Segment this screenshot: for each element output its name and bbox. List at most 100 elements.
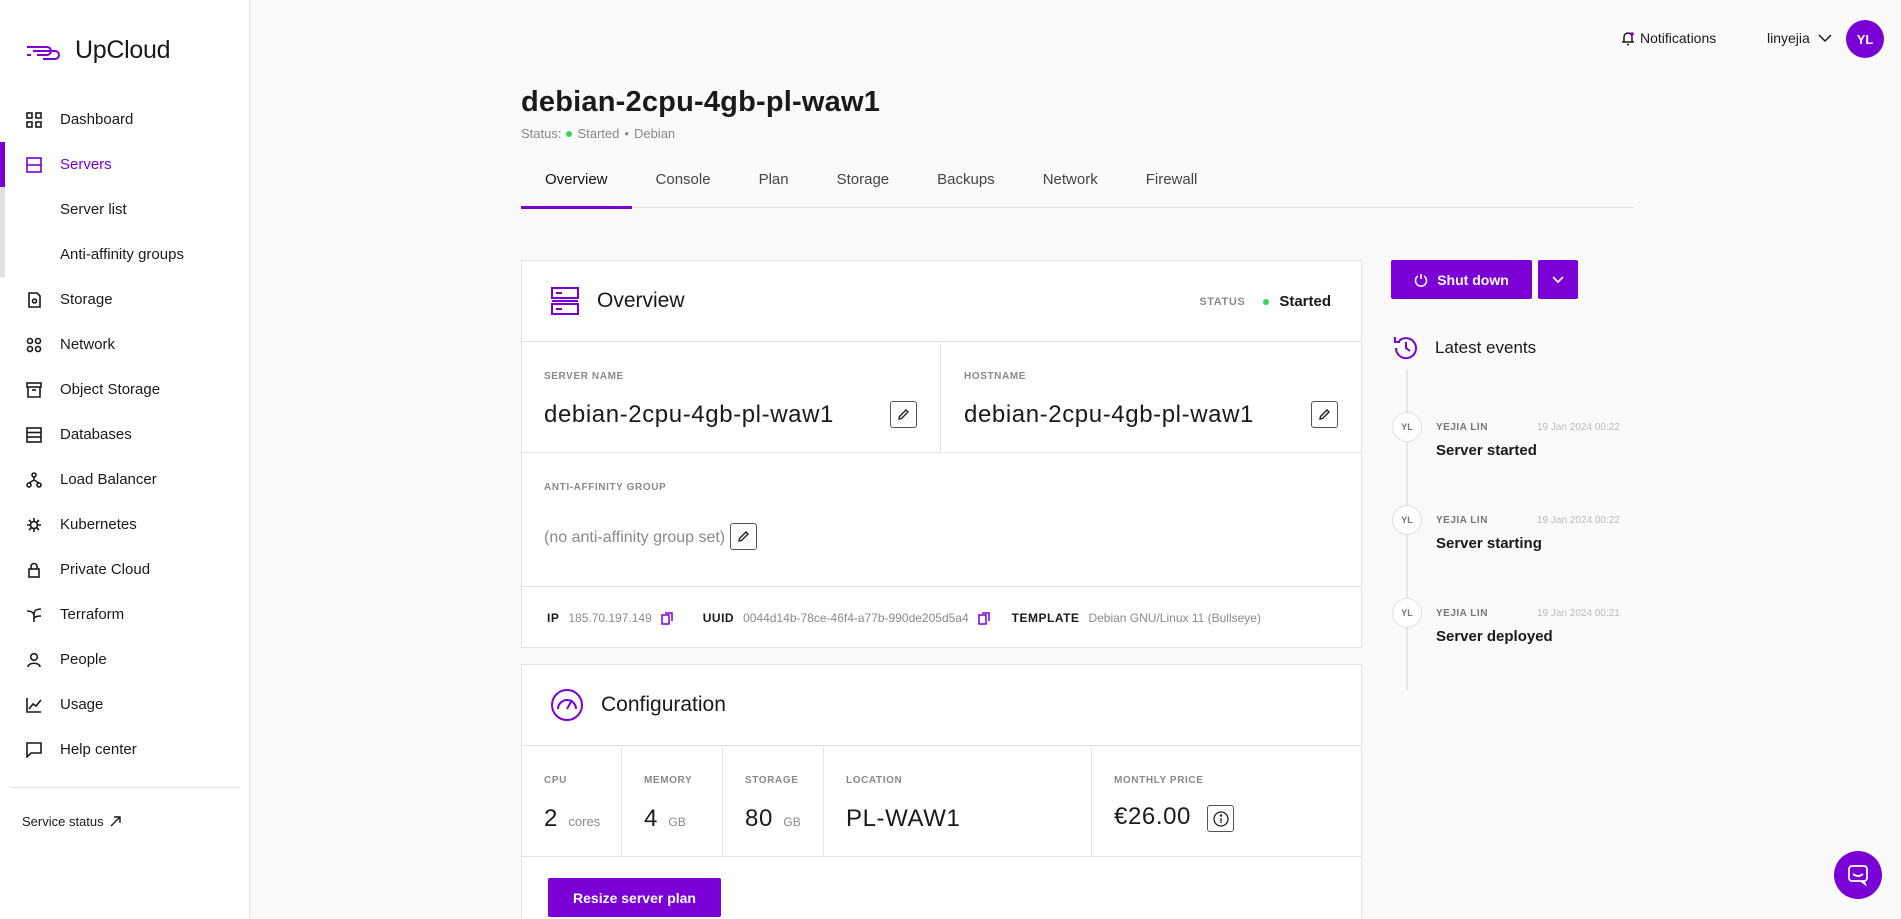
sidebar-item-storage[interactable]: Storage xyxy=(0,277,249,322)
chart-icon xyxy=(25,696,43,714)
service-status-label: Service status xyxy=(22,814,104,829)
sidebar-subitem-label: Anti-affinity groups xyxy=(60,246,184,263)
sidebar-item-label: Storage xyxy=(60,291,113,308)
sidebar-item-label: Load Balancer xyxy=(60,471,157,488)
service-status-link[interactable]: Service status xyxy=(22,814,121,829)
sidebar-item-kubernetes[interactable]: Kubernetes xyxy=(0,502,249,547)
sidebar-item-terraform[interactable]: Terraform xyxy=(0,592,249,637)
copy-icon[interactable] xyxy=(661,611,673,625)
price-info-button[interactable] xyxy=(1207,805,1234,832)
status-prefix: Status: xyxy=(521,126,562,141)
support-chat-button[interactable] xyxy=(1834,851,1882,899)
terraform-icon xyxy=(25,606,43,624)
sidebar-item-label: Dashboard xyxy=(60,111,134,128)
sidebar-item-people[interactable]: People xyxy=(0,637,249,682)
sidebar-item-label: Private Cloud xyxy=(60,561,151,578)
sidebar-item-private-cloud[interactable]: Private Cloud xyxy=(0,547,249,592)
object-storage-icon xyxy=(25,381,43,399)
event-date: 19 Jan 2024 00:21 xyxy=(1537,608,1620,619)
page-title: debian-2cpu-4gb-pl-waw1 xyxy=(521,86,881,118)
location-label: LOCATION xyxy=(846,775,903,786)
tab-overview[interactable]: Overview xyxy=(521,160,632,209)
resize-server-plan-button[interactable]: Resize server plan xyxy=(548,878,721,917)
server-name-value: debian-2cpu-4gb-pl-waw1 xyxy=(544,401,834,428)
avatar[interactable]: YL xyxy=(1846,20,1884,58)
sidebar-item-databases[interactable]: Databases xyxy=(0,412,249,457)
sidebar-item-label: Terraform xyxy=(60,606,125,623)
shutdown-button[interactable]: Shut down xyxy=(1391,260,1532,299)
tab-storage[interactable]: Storage xyxy=(813,160,914,208)
edit-anti-affinity-button[interactable] xyxy=(730,523,757,550)
bell-icon xyxy=(1622,31,1634,45)
anti-affinity-label: ANTI-AFFINITY GROUP xyxy=(544,482,667,493)
anti-affinity-value: (no anti-affinity group set) xyxy=(544,529,726,546)
sidebar-item-help-center[interactable]: Help center xyxy=(0,727,249,772)
sidebar: UpCloud Dashboard Servers Server list An… xyxy=(0,0,250,919)
edit-hostname-button[interactable] xyxy=(1311,401,1338,428)
sidebar-item-object-storage[interactable]: Object Storage xyxy=(0,367,249,412)
separator: • xyxy=(624,126,629,141)
hostname-value: debian-2cpu-4gb-pl-waw1 xyxy=(964,401,1254,428)
upcloud-logo-icon xyxy=(27,45,60,60)
more-actions-button[interactable] xyxy=(1538,260,1578,299)
sidebar-item-dashboard[interactable]: Dashboard xyxy=(0,97,249,142)
anti-affinity-cell: ANTI-AFFINITY GROUP (no anti-affinity gr… xyxy=(522,454,1361,587)
user-menu[interactable]: linyejia xyxy=(1767,30,1832,46)
config-specs-row: CPU 2 cores MEMORY 4 GB STORAGE 80 GB LO… xyxy=(522,747,1361,857)
server-name-label: SERVER NAME xyxy=(544,371,624,382)
server-status-line: Status: Started • Debian xyxy=(521,126,675,141)
power-icon xyxy=(1414,273,1428,287)
event-date: 19 Jan 2024 00:22 xyxy=(1537,422,1620,433)
sidebar-item-load-balancer[interactable]: Load Balancer xyxy=(0,457,249,502)
sidebar-item-label: Kubernetes xyxy=(60,516,137,533)
sidebar-item-usage[interactable]: Usage xyxy=(0,682,249,727)
sidebar-item-servers[interactable]: Servers xyxy=(0,142,249,187)
gauge-icon xyxy=(551,689,583,721)
event-user: YEJIA LIN xyxy=(1436,608,1488,619)
status-text: Started xyxy=(577,126,620,141)
tab-backups[interactable]: Backups xyxy=(913,160,1019,208)
ip-label: IP xyxy=(547,611,560,625)
sidebar-subitem-label: Server list xyxy=(60,201,127,218)
sidebar-item-label: People xyxy=(60,651,107,668)
pencil-icon xyxy=(898,409,909,420)
status-value: Started xyxy=(1279,293,1331,310)
hostname-label: HOSTNAME xyxy=(964,371,1027,382)
sidebar-item-network[interactable]: Network xyxy=(0,322,249,367)
sidebar-item-label: Databases xyxy=(60,426,132,443)
event-title: Server starting xyxy=(1436,535,1542,552)
tab-firewall[interactable]: Firewall xyxy=(1122,160,1222,208)
databases-icon xyxy=(25,426,43,444)
event-user: YEJIA LIN xyxy=(1436,422,1488,433)
brand-name: UpCloud xyxy=(75,36,171,64)
sidebar-item-label: Object Storage xyxy=(60,381,161,398)
cpu-value: 2 xyxy=(544,805,558,832)
tab-console[interactable]: Console xyxy=(632,160,735,208)
os-name: Debian xyxy=(633,126,676,141)
copy-icon[interactable] xyxy=(977,611,990,625)
storage-cell: STORAGE 80 GB xyxy=(723,747,824,856)
sidebar-item-label: Servers xyxy=(60,156,112,173)
sidebar-subitem-anti-affinity[interactable]: Anti-affinity groups xyxy=(0,232,249,277)
person-icon xyxy=(25,651,43,669)
tab-network[interactable]: Network xyxy=(1019,160,1122,208)
server-details-row: IP 185.70.197.149 UUID 0044d14b-78ce-46f… xyxy=(547,588,1261,648)
memory-label: MEMORY xyxy=(644,775,693,786)
event-avatar: YL xyxy=(1392,505,1422,535)
event-title: Server started xyxy=(1436,442,1537,459)
load-balancer-icon xyxy=(25,471,43,489)
tab-plan[interactable]: Plan xyxy=(735,160,813,208)
sidebar-item-label: Usage xyxy=(60,696,104,713)
notifications-button[interactable]: Notifications xyxy=(1621,30,1716,46)
lock-icon xyxy=(25,561,43,579)
pencil-icon xyxy=(738,531,749,542)
template-value: Debian GNU/Linux 11 (Bullseye) xyxy=(1088,611,1261,625)
sidebar-item-label: Help center xyxy=(60,741,137,758)
storage-unit: GB xyxy=(783,815,801,829)
edit-server-name-button[interactable] xyxy=(890,401,917,428)
upcloud-logo[interactable]: UpCloud xyxy=(25,36,170,65)
location-cell: LOCATION PL-WAW1 xyxy=(824,747,1092,856)
sidebar-subitem-server-list[interactable]: Server list xyxy=(0,187,249,232)
event-title: Server deployed xyxy=(1436,628,1553,645)
pencil-icon xyxy=(1319,409,1330,420)
